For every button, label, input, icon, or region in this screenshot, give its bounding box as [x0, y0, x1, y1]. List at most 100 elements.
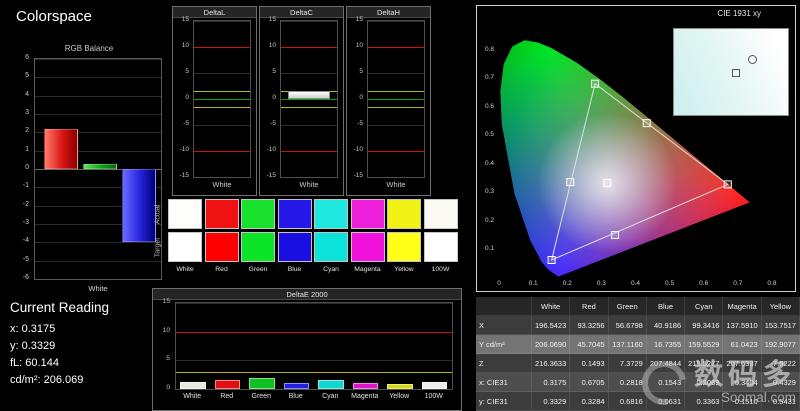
rgb-balance-panel[interactable]: RGB Balance 6 5 4 3 2 1 0 -1 -2 -3 -4 -5 -6 White [8, 44, 170, 302]
swatch-actual-green [241, 199, 275, 229]
deltae-bar-red [214, 379, 240, 389]
delta-plot [280, 20, 338, 178]
delta-plot [193, 20, 251, 178]
y-tick-label: 15 [162, 298, 170, 305]
table-cell: 196.5423 [532, 316, 571, 335]
table-header-cell [476, 297, 532, 316]
threshold-line-yellow [368, 106, 424, 108]
cie-marker-blue [547, 256, 556, 264]
cie-marker-cyan [566, 178, 575, 187]
deltae-bar-100w [421, 381, 447, 389]
page-title: Colorspace [16, 8, 92, 25]
table-cell: 207.4844 [646, 354, 686, 373]
table-header-cell: White [532, 297, 571, 316]
table-cell: 0.4329 [761, 373, 800, 392]
delta-chart-deltal[interactable]: DeltaL 15 10 5 0 -5 -10 -15 White [172, 6, 257, 196]
y-tick-label: 1 [25, 145, 29, 153]
swatch-actual-magenta [350, 199, 385, 229]
gridline [281, 125, 337, 126]
swatch-target-green [241, 232, 275, 262]
table-cell: 0.3363 [685, 392, 724, 411]
table-header-cell: Blue [646, 297, 686, 316]
threshold-line-green [194, 99, 250, 100]
cie-marker-magenta [611, 231, 620, 239]
chart-title: CIE 1931 xy [717, 9, 761, 18]
cie-y-ticks: 0.8 0.7 0.6 0.5 0.4 0.3 0.2 0.1 [477, 6, 497, 293]
cie-marker-green [591, 79, 600, 88]
y-tick-label: -3 [22, 219, 29, 226]
table-cell: 207.6337 [723, 354, 762, 373]
swatch-column-label: White [176, 266, 194, 273]
delta-chart-deltac[interactable]: DeltaC 15 10 5 0 -5 -10 -15 White [259, 6, 344, 196]
deltae-bar-yellow [387, 384, 413, 389]
whitepoint-zoom-inset [673, 28, 789, 116]
table-cell: 0.3404 [723, 373, 762, 392]
table-cell: 61.0423 [723, 335, 762, 354]
x-tick-label: 0.3 [596, 280, 606, 287]
gridline [194, 73, 250, 74]
swatch-actual-cyan [314, 199, 348, 229]
y-tick-label: -10 [353, 146, 363, 153]
swatch-target-cyan [314, 232, 348, 262]
delta-y-ticks: 15 10 5 0 -5 -10 -15 [347, 16, 366, 179]
table-cell: 216.3633 [532, 354, 571, 373]
delta-bar [288, 90, 330, 99]
swatch-actual-yellow [387, 199, 421, 229]
y-tick-label: -10 [266, 146, 276, 153]
table-cell: 192.9077 [761, 335, 800, 354]
chart-title: DeltaE 2000 [153, 289, 461, 300]
y-tick-label: 0 [359, 94, 363, 101]
rgb-bar-green [83, 163, 117, 169]
swatch-target-white [168, 232, 202, 262]
y-tick-label: 0.1 [484, 245, 494, 253]
cie-x-ticks: 0 0.1 0.2 0.3 0.4 0.5 0.6 0.7 0.8 [477, 280, 797, 292]
swatch-target-red [204, 232, 239, 262]
threshold-line-yellow [368, 91, 424, 93]
y-tick-label: 0 [166, 384, 170, 391]
inset-square-marker [732, 69, 740, 77]
threshold-line-red [281, 47, 337, 48]
gridline [35, 242, 161, 244]
table-cell: 7.5222 [761, 354, 800, 373]
y-tick-label: 4 [25, 90, 29, 98]
y-tick-label: -2 [22, 200, 29, 208]
table-cell: 137.1160 [608, 335, 647, 354]
x-tick-label: 0.7 [733, 280, 743, 287]
y-tick-label: 5 [359, 68, 363, 75]
table-row-label[interactable]: Y cd/m² [476, 335, 532, 354]
y-tick-label: -15 [266, 172, 276, 179]
cie-marker-red [723, 180, 732, 189]
gridline [368, 73, 424, 74]
table-row-label[interactable]: Z [476, 354, 532, 373]
table-row-label[interactable]: y: CIE31 [476, 392, 532, 411]
gridline [35, 279, 161, 280]
cie-panel[interactable]: CIE 1931 xy 0.8 0.7 0.6 0.5 0.4 0.3 0.2 0.1 0 0.… [476, 5, 796, 292]
gridline [35, 77, 161, 79]
x-tick-label: 0.2 [562, 280, 572, 287]
y-tick-label: 5 [272, 68, 276, 75]
rgb-balance-ticks: 6 5 4 3 2 1 0 -1 -2 -3 -4 -5 -6 [8, 54, 32, 281]
table-cell: 0.3284 [570, 392, 609, 411]
table-cell: 0.1510 [723, 392, 762, 411]
gridline [194, 177, 250, 178]
table-row-label[interactable]: x: CIE31 [476, 373, 532, 392]
swatch-row-label-actual: Actual [154, 204, 162, 225]
deltae2000-panel[interactable]: DeltaE 2000 15 10 5 0 White Red Green Blue Cyan… [152, 288, 462, 411]
table-cell: 0.1543 [646, 373, 686, 392]
y-tick-label: -1 [22, 182, 29, 190]
gridline [35, 114, 161, 115]
deltae-ticks: 15 10 5 0 [153, 298, 174, 391]
swatch-actual-red [204, 199, 239, 229]
cie-table[interactable]: White Red Green Blue Cyan Magenta Yellow X 196.5… [476, 297, 800, 411]
reading-fl: fL: 60.144 [10, 357, 59, 369]
x-axis-label: White [386, 180, 406, 189]
current-reading-title: Current Reading [10, 300, 110, 315]
y-tick-label: -5 [22, 255, 29, 263]
table-cell: 93.3256 [570, 316, 609, 335]
delta-chart-deltah[interactable]: DeltaH 15 10 5 0 -5 -10 -15 White [346, 6, 431, 196]
threshold-line-red [194, 47, 250, 48]
table-header-cell: Red [570, 297, 609, 316]
y-tick-label: -5 [357, 120, 363, 127]
table-row-label[interactable]: X [476, 316, 532, 335]
y-tick-label: -5 [270, 120, 276, 127]
